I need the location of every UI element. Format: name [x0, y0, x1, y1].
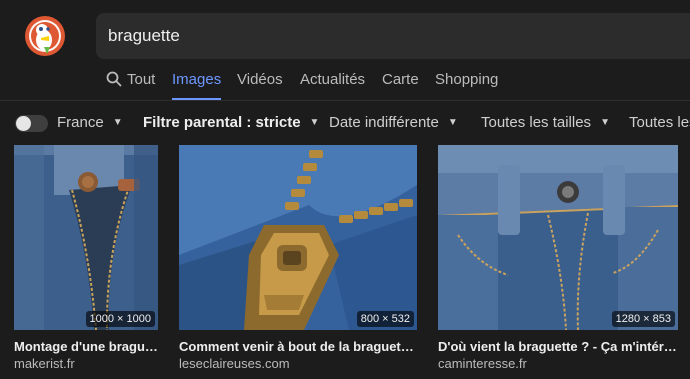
caret-down-icon: ▼ [112, 117, 123, 128]
tab-maps-label: Carte [382, 71, 419, 88]
date-filter[interactable]: Date indifférente ▼ [329, 114, 458, 132]
result-thumbnail[interactable]: 1280 × 853 [438, 145, 678, 330]
tab-shopping-label: Shopping [435, 71, 499, 88]
search-box[interactable] [96, 13, 690, 59]
caret-down-icon: ▼ [309, 117, 320, 128]
caret-down-icon: ▼ [447, 117, 458, 128]
tab-news[interactable]: Actualités [300, 66, 365, 100]
duckduckgo-logo[interactable] [25, 16, 65, 56]
tab-videos[interactable]: Vidéos [237, 66, 283, 100]
tab-images-label: Images [172, 71, 222, 88]
type-filter-label: Toutes les [629, 114, 690, 131]
caret-down-icon: ▼ [600, 117, 610, 128]
jeans-zipper-image [179, 145, 417, 330]
image-dimensions: 1280 × 853 [611, 311, 675, 327]
tab-images[interactable]: Images [172, 66, 222, 100]
type-filter[interactable]: Toutes les [629, 114, 690, 132]
result-title[interactable]: D'où vient la braguette ? - Ça m'intéres… [438, 339, 678, 355]
header: Tout Images Vidéos Actualités Carte Shop… [0, 0, 690, 100]
jeans-waistband-image [438, 145, 678, 330]
tab-all-label: Tout [127, 71, 156, 88]
size-filter[interactable]: Toutes les tailles ▼ [481, 114, 610, 132]
result-thumbnail[interactable]: 1000 × 1000 [14, 145, 158, 330]
tab-videos-label: Vidéos [237, 71, 283, 88]
date-filter-label: Date indifférente [329, 114, 439, 131]
result-source[interactable]: leseclaireuses.com [179, 356, 290, 372]
result-title[interactable]: Comment venir à bout de la braguette… [179, 339, 417, 355]
image-dimensions: 800 × 532 [356, 311, 414, 327]
region-toggle[interactable] [15, 115, 48, 132]
search-icon [106, 71, 122, 87]
safe-search-filter-label: Filtre parental : stricte [143, 114, 301, 131]
image-dimensions: 1000 × 1000 [85, 311, 155, 327]
region-filter[interactable]: France ▼ [57, 114, 123, 132]
safe-search-filter[interactable]: Filtre parental : stricte ▼ [143, 114, 319, 132]
tab-maps[interactable]: Carte [382, 66, 419, 100]
search-input[interactable] [108, 13, 668, 59]
filter-bar: France ▼ Filtre parental : stricte ▼ Date … [0, 101, 690, 145]
jeans-button-fly-image [14, 145, 158, 330]
size-filter-label: Toutes les tailles [481, 114, 592, 131]
tab-shopping[interactable]: Shopping [435, 66, 498, 100]
region-filter-label: France [57, 114, 104, 131]
result-source[interactable]: caminteresse.fr [438, 356, 527, 372]
result-thumbnail[interactable]: 800 × 532 [179, 145, 417, 330]
tab-news-label: Actualités [300, 71, 366, 88]
tab-all[interactable]: Tout [106, 66, 155, 100]
result-source[interactable]: makerist.fr [14, 356, 75, 372]
result-title[interactable]: Montage d'une braguette… [14, 339, 158, 355]
toggle-knob [16, 116, 31, 131]
